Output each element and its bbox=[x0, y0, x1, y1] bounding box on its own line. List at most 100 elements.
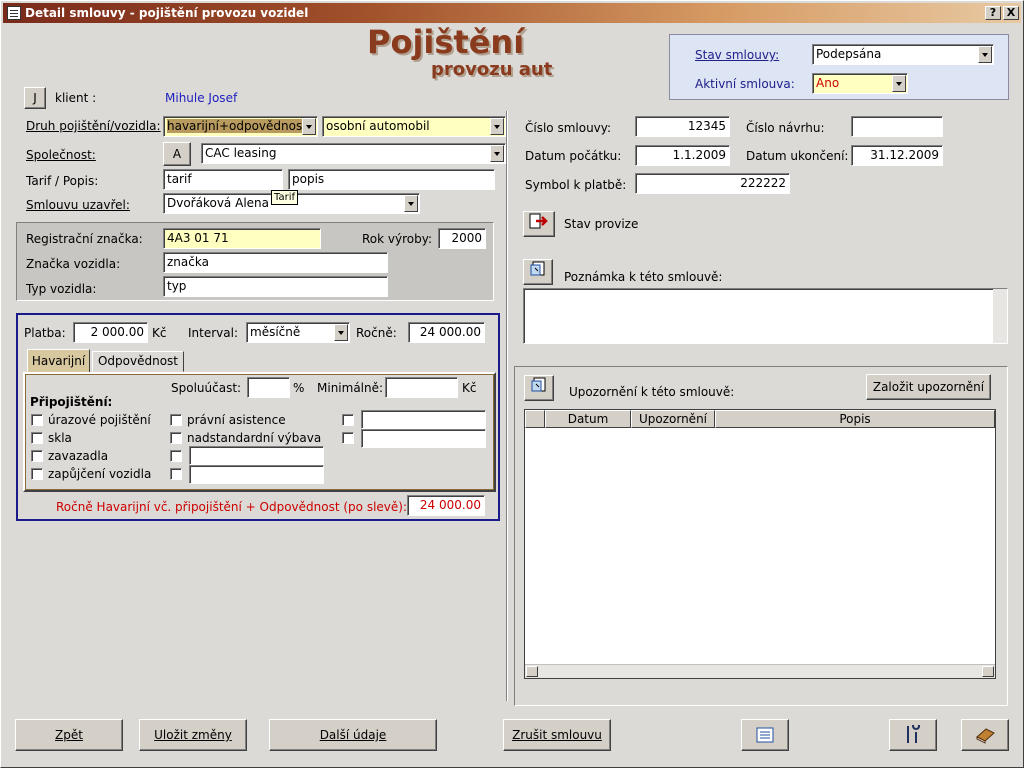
vehicle-panel: Registrační značka: 4A3 01 71 Rok výroby… bbox=[16, 222, 494, 301]
druh-select[interactable]: havarijní+odpovědnost bbox=[163, 116, 318, 137]
navrh-input[interactable] bbox=[851, 116, 943, 137]
book-button[interactable] bbox=[961, 719, 1009, 751]
aktivni-select[interactable]: Ano bbox=[812, 73, 908, 94]
divider bbox=[506, 111, 508, 701]
col-upozorneni[interactable]: Upozornění bbox=[631, 410, 715, 428]
spolecnost-button[interactable]: A bbox=[163, 142, 191, 166]
aktivni-label: Aktivní smlouva: bbox=[695, 77, 795, 91]
minimalne-currency: Kč bbox=[462, 381, 477, 395]
percent-unit: % bbox=[293, 381, 305, 395]
tab-odpovednost[interactable]: Odpovědnost bbox=[92, 351, 184, 372]
list-button[interactable] bbox=[741, 719, 789, 751]
typ-input[interactable]: typ bbox=[163, 276, 388, 297]
chevron-down-icon[interactable] bbox=[490, 145, 504, 162]
typ-label: Typ vozidla: bbox=[26, 282, 97, 296]
client-name-link[interactable]: Mihule Josef bbox=[165, 90, 237, 106]
interval-select[interactable]: měsíčně bbox=[246, 322, 350, 343]
summary-value: 24 000.00 bbox=[407, 495, 485, 516]
rok-label: Rok výroby: bbox=[362, 232, 433, 246]
zrusit-smlouvu-button[interactable]: Zrušit smlouvu bbox=[503, 719, 611, 751]
exit-arrow-icon bbox=[529, 213, 548, 229]
minimalne-input[interactable] bbox=[385, 377, 458, 398]
ukonceni-label: Datum ukončení: bbox=[746, 149, 849, 163]
ulozit-label: Uložit změny bbox=[154, 728, 232, 742]
spoluucast-label: Spoluúčast: bbox=[171, 381, 242, 395]
provize-label: Stav provize bbox=[564, 217, 639, 231]
scroll-right-icon[interactable] bbox=[982, 666, 994, 677]
client-label: klient : bbox=[55, 91, 97, 105]
upozorneni-button[interactable] bbox=[524, 375, 554, 401]
tools-button[interactable] bbox=[889, 719, 937, 751]
spoluucast-input[interactable] bbox=[247, 377, 290, 398]
horizontal-scrollbar[interactable] bbox=[525, 664, 995, 678]
window-title: Detail smlouvy - pojištění provozu vozid… bbox=[25, 6, 309, 20]
checkbox-zapujceni[interactable] bbox=[31, 468, 43, 480]
checkbox-urazove[interactable] bbox=[31, 414, 43, 426]
custom-check-input-4[interactable] bbox=[361, 429, 486, 448]
checkbox-skla[interactable] bbox=[31, 432, 43, 444]
checkbox-custom-2[interactable] bbox=[170, 468, 182, 480]
rok-input[interactable]: 2000 bbox=[438, 228, 486, 249]
chevron-down-icon[interactable] bbox=[302, 118, 316, 135]
chevron-down-icon[interactable] bbox=[978, 46, 992, 63]
ukonceni-input[interactable]: 31.12.2009 bbox=[851, 145, 943, 166]
logo-title: Pojištění bbox=[367, 23, 525, 61]
rocne-input[interactable]: 24 000.00 bbox=[408, 322, 485, 343]
checkbox-pravni[interactable] bbox=[170, 414, 182, 426]
platba-label: Platba: bbox=[24, 326, 66, 340]
zalozit-upozorneni-button[interactable]: Založit upozornění bbox=[866, 374, 991, 400]
symbol-label: Symbol k platbě: bbox=[525, 178, 627, 192]
chevron-down-icon[interactable] bbox=[334, 324, 348, 341]
custom-check-input-2[interactable] bbox=[189, 465, 324, 484]
symbol-input[interactable]: 222222 bbox=[635, 173, 790, 194]
checkbox-custom-1[interactable] bbox=[170, 450, 182, 462]
note-edit-icon bbox=[530, 261, 545, 276]
vozidlo-select[interactable]: osobní automobil bbox=[322, 116, 506, 137]
col-popis[interactable]: Popis bbox=[715, 410, 995, 428]
checkbox-nadstandard[interactable] bbox=[170, 432, 182, 444]
check-label-pravni: právní asistence bbox=[187, 413, 286, 427]
tarif-input[interactable]: tarif bbox=[163, 169, 283, 190]
pocatek-input[interactable]: 1.1.2009 bbox=[635, 145, 730, 166]
cislo-input[interactable]: 12345 bbox=[635, 116, 730, 137]
provize-button[interactable] bbox=[523, 211, 555, 237]
chevron-down-icon[interactable] bbox=[892, 75, 906, 92]
zpet-button[interactable]: Zpět bbox=[15, 719, 123, 751]
tools-icon bbox=[907, 722, 921, 743]
app-menu-icon[interactable] bbox=[7, 6, 21, 20]
client-button[interactable]: J bbox=[24, 87, 46, 109]
custom-check-input-1[interactable] bbox=[189, 446, 324, 465]
check-label-zavazadla: zavazadla bbox=[48, 449, 109, 463]
dalsi-udaje-button[interactable]: Další údaje bbox=[269, 719, 437, 751]
scrollbar[interactable] bbox=[993, 289, 1007, 343]
note-edit-icon bbox=[531, 377, 546, 392]
chevron-down-icon[interactable] bbox=[404, 195, 418, 212]
check-label-zapujceni: zapůjčení vozidla bbox=[48, 467, 152, 481]
checkbox-custom-3[interactable] bbox=[342, 414, 354, 426]
platba-input[interactable]: 2 000.00 bbox=[73, 322, 148, 343]
stav-select[interactable]: Podepsána bbox=[812, 44, 994, 65]
poznamka-textarea[interactable] bbox=[523, 288, 1008, 344]
dalsi-label: Další údaje bbox=[319, 728, 387, 742]
close-button[interactable]: X bbox=[1003, 6, 1019, 20]
ulozit-button[interactable]: Uložit změny bbox=[139, 719, 247, 751]
scroll-left-icon[interactable] bbox=[526, 666, 538, 677]
title-bar: Detail smlouvy - pojištění provozu vozid… bbox=[3, 3, 1021, 23]
interval-label: Interval: bbox=[188, 326, 238, 340]
minimalne-label: Minimálně: bbox=[317, 381, 384, 395]
spolecnost-select[interactable]: CAC leasing bbox=[201, 143, 506, 164]
help-button[interactable]: ? bbox=[985, 6, 1001, 20]
znacka-input[interactable]: značka bbox=[163, 252, 388, 273]
uzavrel-value: Dvořáková Alena bbox=[167, 196, 269, 210]
poznamka-button[interactable] bbox=[523, 259, 553, 285]
spz-input[interactable]: 4A3 01 71 bbox=[163, 228, 321, 249]
col-datum[interactable]: Datum bbox=[545, 410, 631, 428]
checkbox-zavazadla[interactable] bbox=[31, 450, 43, 462]
popis-input[interactable]: popis bbox=[288, 169, 495, 190]
chevron-down-icon[interactable] bbox=[490, 118, 504, 135]
checkbox-custom-4[interactable] bbox=[342, 432, 354, 444]
vozidlo-value: osobní automobil bbox=[326, 119, 430, 133]
custom-check-input-3[interactable] bbox=[361, 410, 486, 429]
tab-havarijni[interactable]: Havarijní bbox=[27, 349, 90, 373]
check-label-skla: skla bbox=[48, 431, 72, 445]
